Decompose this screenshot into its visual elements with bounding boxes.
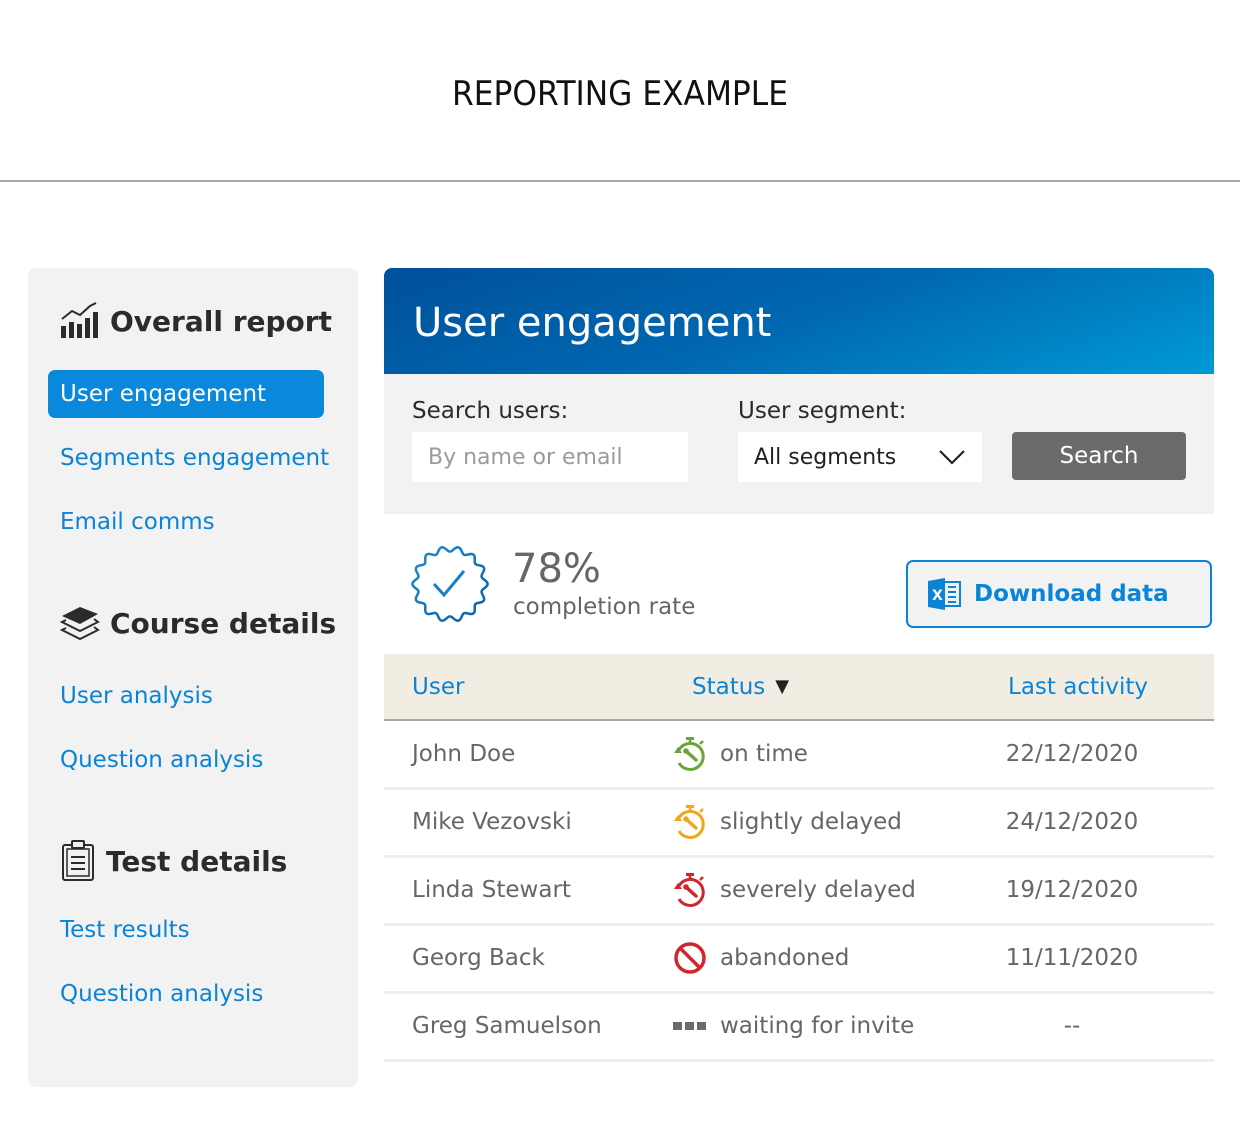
status-label: waiting for invite [720, 1013, 915, 1039]
users-table: User Status ▼ Last activity John Doe on ti… [384, 654, 1214, 1062]
chevron-down-icon [939, 450, 965, 465]
dots-icon [673, 1022, 706, 1030]
main-title: User engagement [413, 300, 772, 346]
stopwatch-icon [674, 805, 705, 839]
sidebar-section-title: Course details [110, 606, 337, 640]
search-button[interactable]: Search [1012, 432, 1186, 480]
status-indicator: on time [672, 736, 964, 772]
sidebar-section-course-details: Course details [60, 604, 336, 642]
status-label: on time [720, 740, 808, 767]
sidebar-item-test-question-analysis[interactable]: Question analysis [48, 970, 275, 1018]
sidebar-item-test-results[interactable]: Test results [48, 906, 202, 954]
cell-last-activity: 22/12/2020 [1005, 740, 1139, 767]
cell-last-activity: 24/12/2020 [1005, 809, 1139, 835]
svg-text:X: X [932, 588, 943, 604]
cell-user: John Doe [412, 740, 516, 767]
summary-row: 78% completion rate X Download data [384, 514, 1214, 654]
completion-rate-label: completion rate [513, 594, 696, 620]
sort-descending-icon: ▼ [775, 675, 790, 697]
column-header-last-activity[interactable]: Last activity [964, 654, 1214, 721]
sidebar-item-segments-engagement[interactable]: Segments engagement [48, 434, 341, 482]
sidebar: Overall report User engagement Segments … [28, 268, 358, 1087]
user-segment-label: User segment: [738, 398, 907, 424]
cell-last-activity: -- [1063, 1013, 1081, 1039]
table-row[interactable]: Linda Stewart severely delayed 19/12/2020 [384, 856, 1214, 924]
table-body: John Doe on time 22/12/2020 Mike Vezovski sl… [384, 720, 1214, 1060]
download-data-label: Download data [974, 581, 1169, 607]
stopwatch-icon [674, 873, 705, 907]
cell-user: Georg Back [412, 945, 545, 971]
status-label: abandoned [720, 945, 850, 971]
cell-status: waiting for invite [664, 992, 964, 1060]
sidebar-section-title: Test details [106, 844, 288, 878]
bar-chart-trend-icon [61, 302, 98, 338]
filters-bar: Search users: User segment: All segments… [384, 374, 1214, 514]
clipboard-icon [62, 840, 94, 881]
sidebar-section-test-details: Test details [60, 840, 287, 882]
table-row[interactable]: John Doe on time 22/12/2020 [384, 720, 1214, 788]
status-indicator: waiting for invite [672, 1008, 964, 1044]
status-label: severely delayed [720, 877, 916, 903]
cell-status: on time [664, 720, 964, 788]
status-indicator: severely delayed [672, 872, 964, 908]
stopwatch-icon [674, 736, 705, 771]
search-users-label: Search users: [412, 398, 569, 424]
sidebar-item-user-analysis[interactable]: User analysis [48, 672, 225, 720]
table-row[interactable]: Greg Samuelson waiting for invite -- [384, 992, 1214, 1060]
cell-user: Linda Stewart [412, 877, 571, 903]
column-header-status-label: Status [692, 673, 766, 700]
column-header-status[interactable]: Status ▼ [664, 654, 964, 721]
title-divider [0, 180, 1240, 182]
search-input[interactable] [412, 432, 688, 482]
status-indicator: slightly delayed [672, 804, 964, 840]
table-header-row: User Status ▼ Last activity [384, 654, 1214, 721]
sidebar-item-email-comms[interactable]: Email comms [48, 498, 227, 546]
cell-status: abandoned [664, 924, 964, 992]
cell-user: Mike Vezovski [412, 809, 572, 835]
sidebar-item-course-question-analysis[interactable]: Question analysis [48, 736, 275, 784]
excel-icon: X [928, 578, 961, 610]
download-data-button[interactable]: X Download data [906, 560, 1212, 628]
main-panel: User engagement Search users: User segme… [384, 268, 1214, 1062]
cell-last-activity: 19/12/2020 [1005, 877, 1139, 903]
cell-user: Greg Samuelson [412, 1013, 602, 1039]
segment-select-value: All segments [754, 444, 897, 470]
main-header: User engagement [384, 268, 1214, 374]
segment-select[interactable]: All segments [738, 432, 982, 482]
layers-icon [60, 607, 100, 641]
completion-rate-value: 78% [512, 546, 601, 592]
table-row[interactable]: Georg Back abandoned 11/11/2020 [384, 924, 1214, 992]
prohibited-icon [674, 942, 706, 974]
sidebar-item-user-engagement[interactable]: User engagement [48, 370, 324, 418]
sidebar-section-title: Overall report [110, 304, 332, 338]
cell-status: slightly delayed [664, 788, 964, 856]
sidebar-section-overall-report: Overall report [60, 302, 332, 340]
column-header-user[interactable]: User [384, 654, 664, 721]
cell-status: severely delayed [664, 856, 964, 924]
table-row[interactable]: Mike Vezovski slightly delayed 24/12/2020 [384, 788, 1214, 856]
cell-last-activity: 11/11/2020 [1005, 945, 1139, 971]
page-title: REPORTING EXAMPLE [451, 74, 788, 114]
status-label: slightly delayed [720, 809, 902, 835]
verified-badge-icon [411, 546, 489, 622]
status-indicator: abandoned [672, 940, 964, 976]
